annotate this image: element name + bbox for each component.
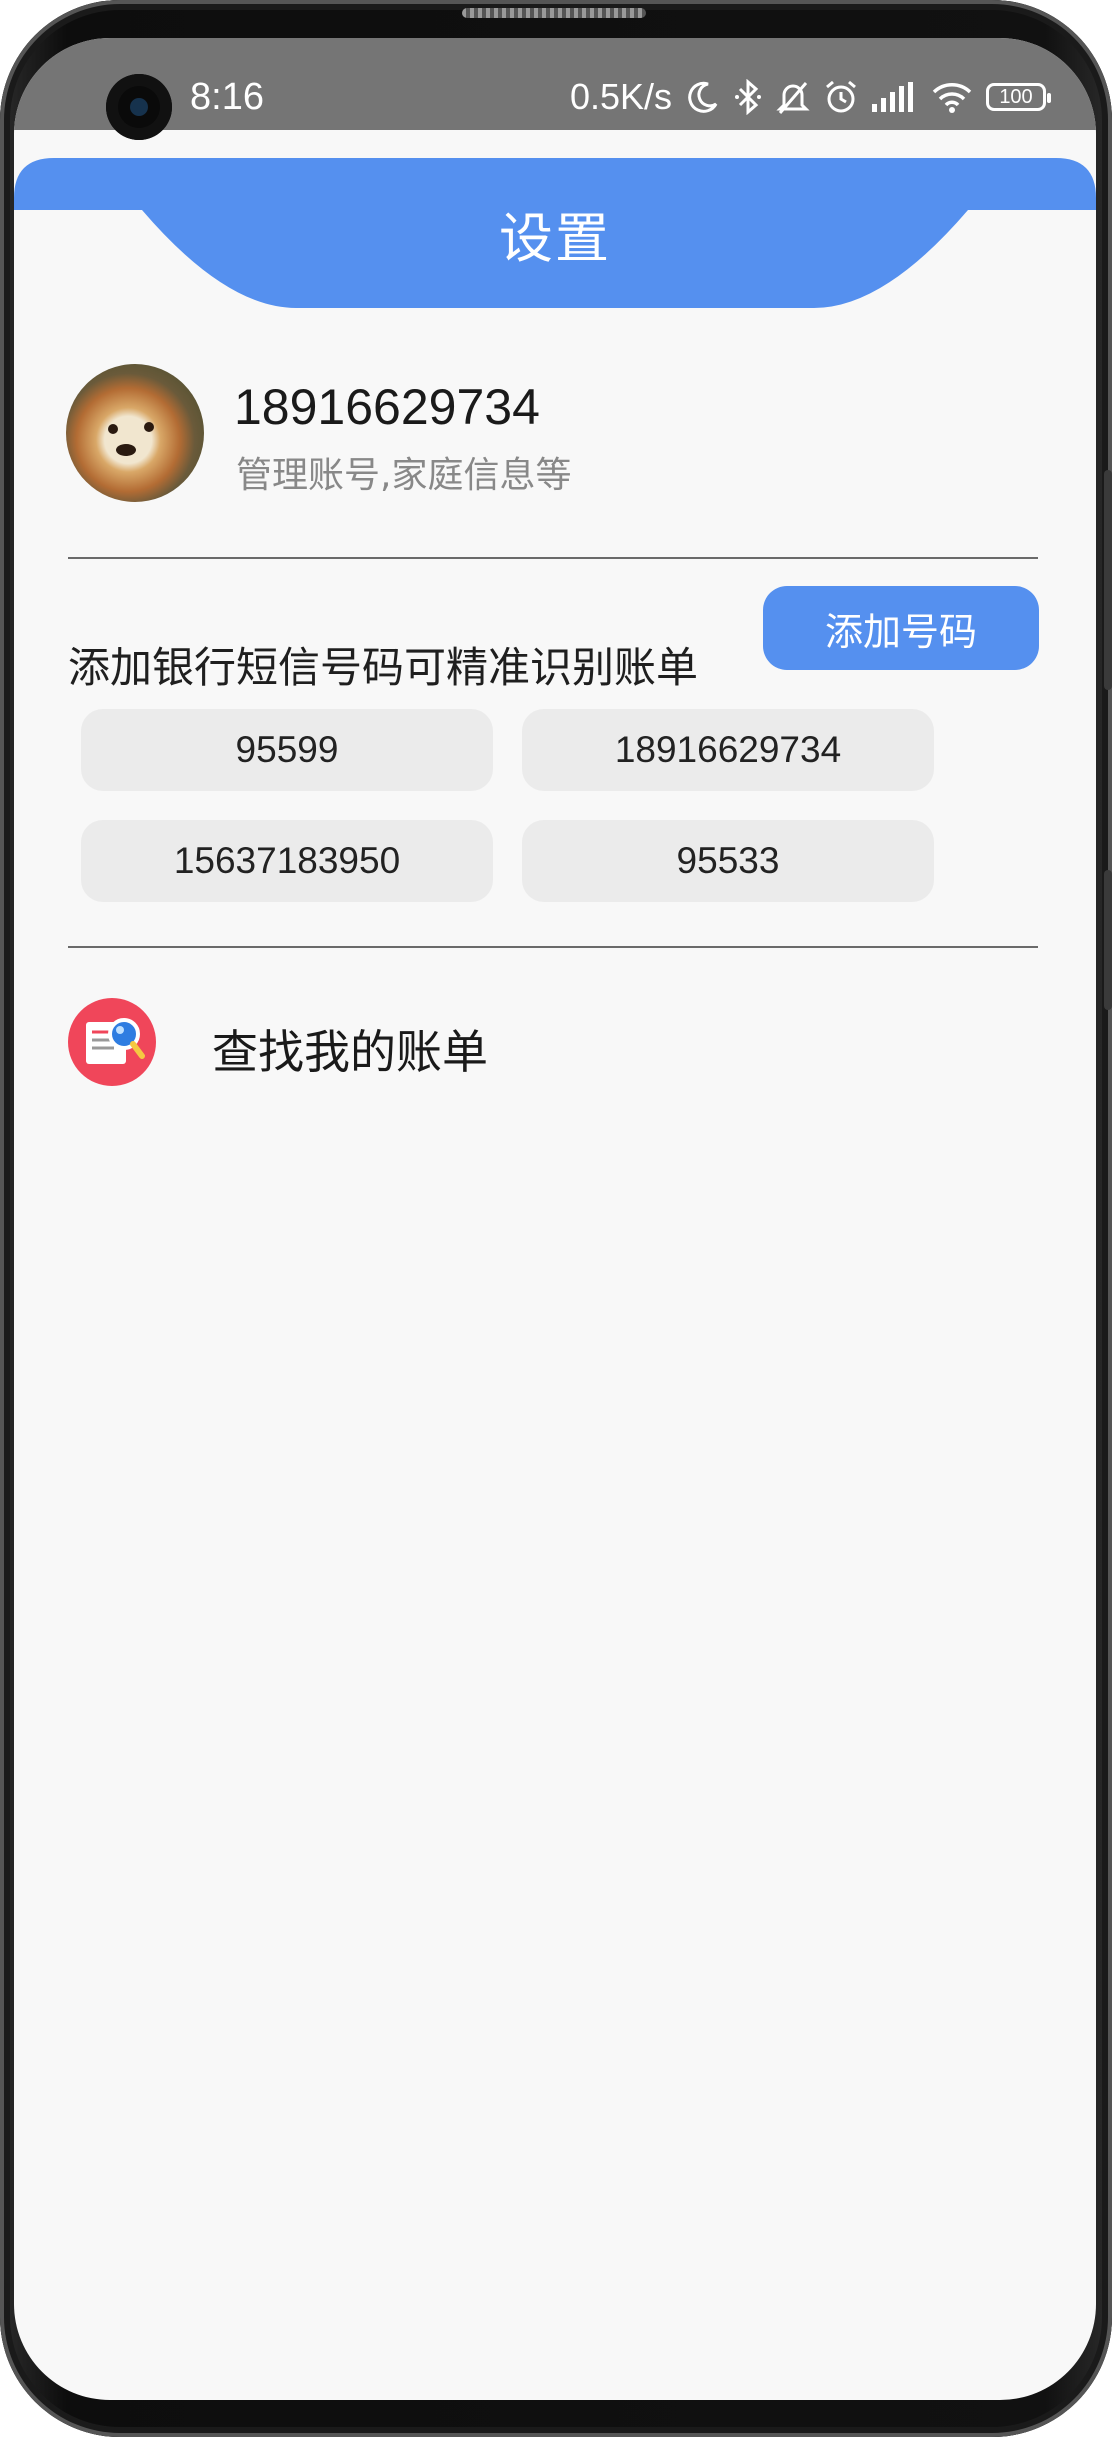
avatar[interactable]: [66, 364, 204, 502]
speaker-grille: [462, 8, 646, 18]
volume-button: [1104, 470, 1112, 690]
bank-number-chip[interactable]: 18916629734: [522, 709, 934, 791]
divider: [68, 557, 1038, 559]
power-button: [1104, 870, 1112, 1010]
page-title: 设置: [499, 206, 611, 270]
battery-icon: 100: [986, 83, 1051, 111]
status-icons: 0.5K/s 100: [569, 74, 1051, 120]
avatar-eye-right: [144, 422, 154, 432]
status-time: 8:16: [190, 76, 264, 118]
find-bills-label: 查找我的账单: [212, 1025, 488, 1079]
header-bar: 设置: [14, 158, 1096, 348]
moon-icon: [686, 80, 720, 114]
bank-number-chip[interactable]: 95533: [522, 820, 934, 902]
phone-frame: 8:16 0.5K/s 100 设置 18916629734 管理账号,家庭信息…: [0, 0, 1112, 2437]
net-speed: 0.5K/s: [569, 76, 672, 117]
avatar-eye-left: [108, 424, 118, 434]
alarm-icon: [824, 79, 858, 115]
find-bills-item[interactable]: 查找我的账单: [68, 998, 1038, 1094]
signal-icon: [872, 82, 918, 112]
bank-number-chip[interactable]: 95599: [81, 709, 493, 791]
bill-search-icon: [68, 998, 156, 1086]
bank-sms-hint: 添加银行短信号码可精准识别账单: [68, 643, 699, 692]
account-phone: 18916629734: [234, 379, 540, 435]
bank-number-chip[interactable]: 15637183950: [81, 820, 493, 902]
status-bar: 8:16 0.5K/s 100: [14, 38, 1096, 140]
bluetooth-icon: [734, 79, 762, 115]
screen: 8:16 0.5K/s 100 设置 18916629734 管理账号,家庭信息…: [14, 38, 1096, 2400]
divider: [68, 946, 1038, 948]
front-camera: [106, 74, 172, 140]
avatar-nose: [116, 444, 136, 456]
bell-off-icon: [776, 79, 810, 115]
wifi-icon: [932, 81, 972, 113]
add-number-button[interactable]: 添加号码: [763, 586, 1039, 670]
account-subtitle: 管理账号,家庭信息等: [236, 455, 572, 496]
